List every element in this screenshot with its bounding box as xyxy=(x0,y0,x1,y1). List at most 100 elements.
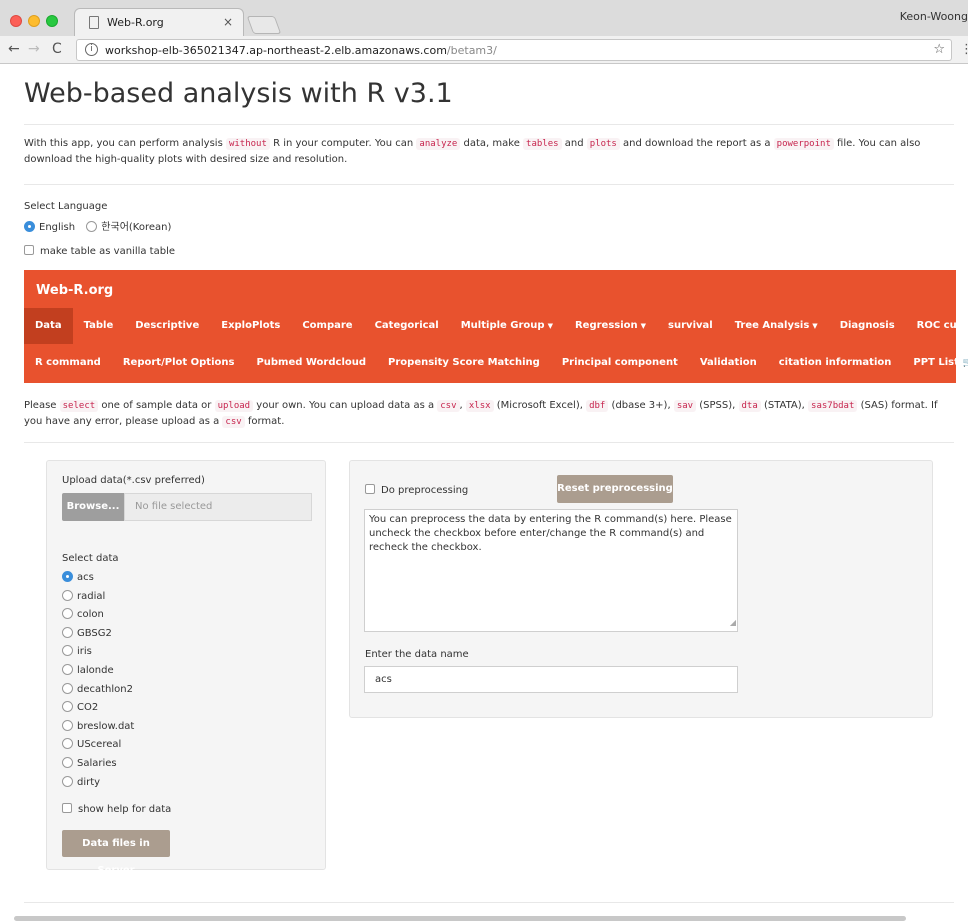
radio-icon[interactable] xyxy=(62,663,73,675)
nav-item-table[interactable]: Table xyxy=(73,308,125,344)
nav-item-exploplots[interactable]: ExploPlots xyxy=(210,308,291,344)
upload-label: Upload data(*.csv preferred) xyxy=(62,475,205,486)
radio-icon[interactable] xyxy=(86,221,98,232)
dataset-option-salaries[interactable]: Salaries xyxy=(62,755,134,774)
radio-icon[interactable] xyxy=(62,589,73,601)
language-option-label: 한국어(Korean) xyxy=(101,222,172,233)
nav-item-tree-analysis[interactable]: Tree Analysis ▼ xyxy=(724,308,829,344)
prompt-code: csv xyxy=(437,400,460,412)
nav-item-roc-curve[interactable]: ROC curve xyxy=(906,308,968,344)
language-option-english[interactable]: English xyxy=(24,221,75,233)
preprocessing-checkbox[interactable]: Do preprocessing xyxy=(365,484,468,496)
nav-item-pubmed-wordcloud[interactable]: Pubmed Wordcloud xyxy=(245,345,377,381)
radio-icon[interactable] xyxy=(62,626,73,638)
intro-code: without xyxy=(225,138,270,150)
resize-handle-icon[interactable]: ◢ xyxy=(730,616,736,630)
dataset-option-colon[interactable]: colon xyxy=(62,606,134,625)
browser-tab[interactable]: Web-R.org × xyxy=(74,8,244,36)
preprocessing-panel: Do preprocessing Reset preprocessing You… xyxy=(349,460,933,718)
info-icon[interactable]: i xyxy=(85,43,98,56)
nav-item-multiple-group[interactable]: Multiple Group ▼ xyxy=(450,308,564,344)
intro-code: analyze xyxy=(416,138,461,150)
browse-button[interactable]: Browse... xyxy=(62,493,124,521)
prompt-text-part: format. xyxy=(244,416,285,427)
nav-item-report-plot-options[interactable]: Report/Plot Options xyxy=(112,345,246,381)
radio-selected-icon[interactable] xyxy=(24,221,35,232)
nav-item-compare[interactable]: Compare xyxy=(291,308,363,344)
forward-icon[interactable]: → xyxy=(28,41,40,57)
browser-menu-icon[interactable]: ⋮ xyxy=(960,42,968,57)
dataset-option-lalonde[interactable]: lalonde xyxy=(62,662,134,681)
dataset-option-gbsg2[interactable]: GBSG2 xyxy=(62,625,134,644)
dataset-option-dirty[interactable]: dirty xyxy=(62,774,134,793)
maximize-window-button[interactable] xyxy=(46,15,58,27)
navbar-brand[interactable]: Web-R.org xyxy=(36,283,113,298)
file-upload: Browse... No file selected xyxy=(62,493,312,521)
vanilla-table-label: make table as vanilla table xyxy=(40,246,176,257)
tab-title: Web-R.org xyxy=(107,16,164,29)
nav-item-data[interactable]: Data xyxy=(24,308,73,344)
dataset-option-co2[interactable]: CO2 xyxy=(62,699,134,718)
nav-item-diagnosis[interactable]: Diagnosis xyxy=(829,308,906,344)
prompt-text-part: , xyxy=(459,400,466,411)
tab-close-icon[interactable]: × xyxy=(223,15,233,29)
show-help-checkbox[interactable]: show help for data xyxy=(62,803,171,815)
r-command-textarea[interactable]: You can preprocess the data by entering … xyxy=(364,509,738,632)
preprocessing-label: Do preprocessing xyxy=(381,485,469,496)
radio-icon[interactable] xyxy=(62,682,73,694)
new-tab-button[interactable] xyxy=(246,16,282,34)
radio-icon[interactable] xyxy=(62,738,73,750)
nav-item-regression[interactable]: Regression ▼ xyxy=(564,308,657,344)
close-window-button[interactable] xyxy=(10,15,22,27)
profile-name[interactable]: Keon-Woong xyxy=(900,10,968,23)
nav-item-survival[interactable]: survival xyxy=(657,308,724,344)
radio-icon[interactable] xyxy=(62,775,73,787)
radio-selected-icon[interactable] xyxy=(62,571,73,582)
data-input-panel: Upload data(*.csv preferred) Browse... N… xyxy=(46,460,326,876)
select-data-label: Select data xyxy=(62,553,119,564)
nav-item-label: Pubmed Wordcloud xyxy=(256,357,367,368)
radio-icon[interactable] xyxy=(62,608,73,620)
vanilla-table-checkbox[interactable]: make table as vanilla table xyxy=(24,245,175,257)
data-files-button[interactable]: Data files in Server xyxy=(62,830,170,876)
dataset-option-decathlon2[interactable]: decathlon2 xyxy=(62,681,134,700)
checkbox-icon[interactable] xyxy=(365,484,375,494)
nav-item-principal-component[interactable]: Principal component xyxy=(551,345,689,381)
dataset-option-uscereal[interactable]: UScereal xyxy=(62,736,134,755)
checkbox-icon[interactable] xyxy=(62,803,72,813)
radio-icon[interactable] xyxy=(62,719,73,731)
language-option-korean[interactable]: 한국어(Korean) xyxy=(86,221,172,233)
address-bar[interactable]: i workshop-elb-365021347.ap-northeast-2.… xyxy=(76,39,952,61)
dataset-option-iris[interactable]: iris xyxy=(62,643,134,662)
intro-text-part: and download the report as a xyxy=(619,138,774,149)
nav-item-r-command[interactable]: R command xyxy=(24,345,112,381)
dataset-option-breslow-dat[interactable]: breslow.dat xyxy=(62,718,134,737)
bookmark-star-icon[interactable]: ☆ xyxy=(933,42,945,57)
nav-item-label: Validation xyxy=(699,357,757,368)
radio-icon[interactable] xyxy=(62,701,73,713)
reset-preprocessing-button[interactable]: Reset preprocessing xyxy=(557,475,673,503)
prompt-code: csv xyxy=(222,416,245,428)
radio-icon[interactable] xyxy=(62,645,73,657)
nav-item-citation-information[interactable]: citation information xyxy=(768,345,903,381)
nav-item-categorical[interactable]: Categorical xyxy=(364,308,450,344)
radio-icon[interactable] xyxy=(62,756,73,768)
dataset-option-radial[interactable]: radial xyxy=(62,588,134,607)
dataset-option-label: radial xyxy=(77,590,106,602)
divider xyxy=(24,442,954,443)
reload-icon[interactable]: C xyxy=(52,41,62,57)
dataset-option-acs[interactable]: acs xyxy=(62,569,134,588)
nav-item-propensity-score-matching[interactable]: Propensity Score Matching xyxy=(377,345,551,381)
horizontal-scrollbar[interactable] xyxy=(14,916,906,921)
nav-item-descriptive[interactable]: Descriptive xyxy=(124,308,210,344)
back-icon[interactable]: ← xyxy=(8,41,20,57)
caret-down-icon: ▼ xyxy=(547,322,553,330)
url-text[interactable]: workshop-elb-365021347.ap-northeast-2.el… xyxy=(105,44,497,57)
file-name-field[interactable]: No file selected xyxy=(124,493,312,521)
nav-item-validation[interactable]: Validation xyxy=(689,345,768,381)
checkbox-icon[interactable] xyxy=(24,245,34,255)
data-name-input[interactable]: acs xyxy=(364,666,738,693)
minimize-window-button[interactable] xyxy=(28,15,40,27)
nav-item-ppt-list[interactable]: PPT List 🛒 xyxy=(902,345,968,381)
prompt-code: sas7bdat xyxy=(808,400,858,412)
